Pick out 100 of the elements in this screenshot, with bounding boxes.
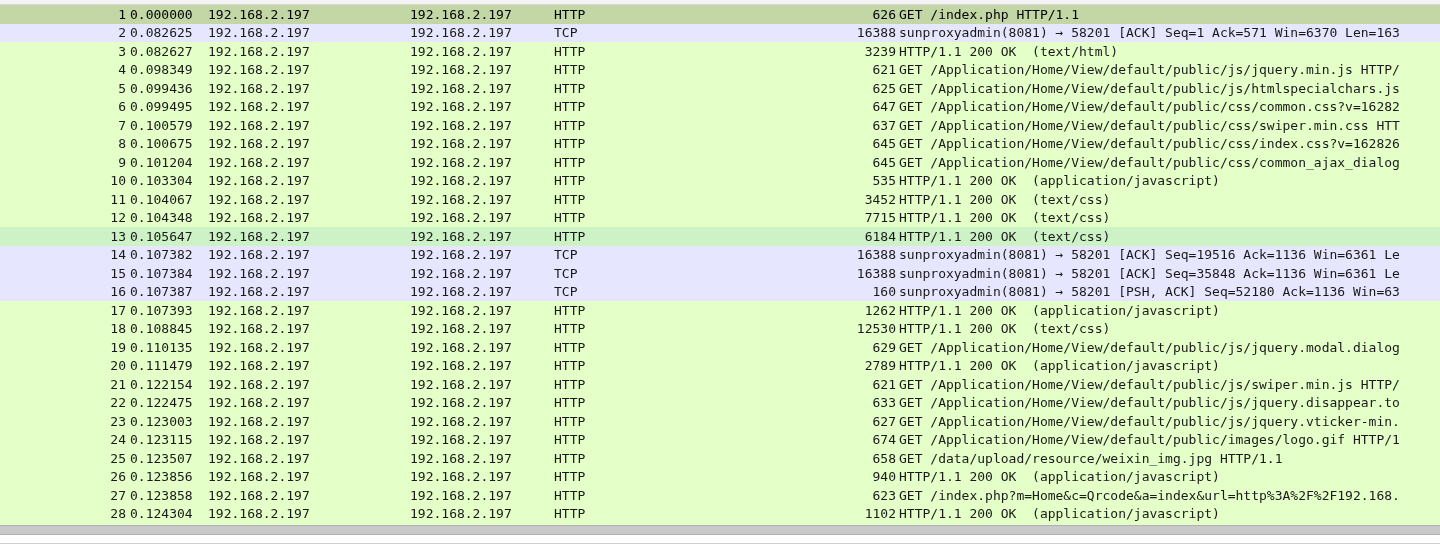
number-cell-text: 20 (109, 359, 126, 373)
protocol-cell-text: HTTP (554, 377, 587, 391)
time-cell-text: 0.110135 (129, 340, 194, 354)
length-cell-text: 16388 (855, 26, 896, 40)
source-cell-text: 192.168.2.197 (208, 303, 311, 317)
time-cell-text: 0.124304 (129, 507, 194, 521)
destination-cell-text: 192.168.2.197 (410, 303, 513, 317)
source-cell-text: 192.168.2.197 (208, 44, 311, 58)
length-cell-text: 16388 (855, 248, 896, 262)
packet-row[interactable]: 27 0.123858 192.168.2.197 192.168.2.197 HTTP 623 GET /index.php?m=Home&c=Qrcode&a=index&url=http%3A%2F%2F192.168. (0, 486, 1440, 505)
packet-row[interactable]: 3 0.082627 192.168.2.197 192.168.2.197 HTTP 3239 HTTP/1.1 200 OK (text/html) (0, 42, 1440, 61)
protocol-cell-text: HTTP (554, 488, 587, 502)
protocol-cell-text: HTTP (554, 44, 587, 58)
number-cell-text: 13 (109, 229, 126, 243)
destination-cell-text: 192.168.2.197 (410, 285, 513, 299)
protocol-cell-text: HTTP (554, 100, 587, 114)
length-cell-text: 645 (871, 137, 896, 151)
length-cell-text: 12530 (855, 322, 896, 336)
length-cell-text: 674 (871, 433, 896, 447)
info-cell-text: sunproxyadmin(8081) → 58201 [ACK] Seq=35848 Ack=1136 Win=6361 Le (898, 266, 1400, 280)
source-cell-text: 192.168.2.197 (208, 26, 311, 40)
number-cell-text: 21 (109, 377, 126, 391)
destination-cell-text: 192.168.2.197 (410, 359, 513, 373)
protocol-cell-text: HTTP (554, 137, 587, 151)
destination-cell-text: 192.168.2.197 (410, 211, 513, 225)
protocol-cell-text: TCP (554, 248, 579, 262)
info-cell-text: HTTP/1.1 200 OK (application/javascript) (898, 303, 1220, 317)
time-cell-text: 0.000000 (129, 7, 194, 21)
horizontal-scrollbar[interactable] (0, 525, 1440, 535)
source-cell-text: 192.168.2.197 (208, 266, 311, 280)
protocol-cell-text: HTTP (554, 507, 587, 521)
destination-cell-text: 192.168.2.197 (410, 396, 513, 410)
destination-cell-text: 192.168.2.197 (410, 174, 513, 188)
number-cell-text: 26 (109, 470, 126, 484)
time-cell-text: 0.103304 (129, 174, 194, 188)
destination-cell-text: 192.168.2.197 (410, 26, 513, 40)
length-cell-text: 160 (871, 285, 896, 299)
packet-row[interactable]: 11 0.104067 192.168.2.197 192.168.2.197 HTTP 3452 HTTP/1.1 200 OK (text/css) (0, 190, 1440, 209)
destination-cell-text: 192.168.2.197 (410, 470, 513, 484)
length-cell-text: 629 (871, 340, 896, 354)
protocol-cell-text: HTTP (554, 414, 587, 428)
packet-row[interactable]: 23 0.123003 192.168.2.197 192.168.2.197 HTTP 627 GET /Application/Home/View/default/public/js/jquery.vticker-min. (0, 412, 1440, 431)
protocol-cell-text: HTTP (554, 81, 587, 95)
length-cell-text: 16388 (855, 266, 896, 280)
time-cell-text: 0.122475 (129, 396, 194, 410)
info-cell-text: GET /Application/Home/View/default/public/css/index.css?v=162826 (898, 137, 1400, 151)
protocol-cell-text: TCP (554, 26, 579, 40)
length-cell-text: 940 (871, 470, 896, 484)
source-cell-text: 192.168.2.197 (208, 433, 311, 447)
number-cell-text: 18 (109, 322, 126, 336)
packet-row[interactable]: 9 0.101204 192.168.2.197 192.168.2.197 HTTP 645 GET /Application/Home/View/default/public/css/common_ajax_dialog (0, 153, 1440, 172)
info-cell-text: GET /Application/Home/View/default/public/js/jquery.disappear.to (898, 396, 1400, 410)
number-cell-text: 7 (117, 118, 126, 132)
source-cell-text: 192.168.2.197 (208, 7, 311, 21)
source-cell-text: 192.168.2.197 (208, 414, 311, 428)
packet-row[interactable]: 13 0.105647 192.168.2.197 192.168.2.197 HTTP 6184 HTTP/1.1 200 OK (text/css) (0, 227, 1440, 246)
info-cell-text: GET /Application/Home/View/default/public/css/common.css?v=16282 (898, 100, 1400, 114)
destination-cell-text: 192.168.2.197 (410, 266, 513, 280)
info-cell-text: GET /Application/Home/View/default/public/css/common_ajax_dialog (898, 155, 1400, 169)
number-cell-text: 25 (109, 451, 126, 465)
packet-row[interactable]: 1 0.000000 192.168.2.197 192.168.2.197 HTTP 626 GET /index.php HTTP/1.1 (0, 5, 1440, 24)
destination-cell-text: 192.168.2.197 (410, 63, 513, 77)
packet-row[interactable]: 5 0.099436 192.168.2.197 192.168.2.197 HTTP 625 GET /Application/Home/View/default/public/js/htmlspecialchars.js (0, 79, 1440, 98)
time-cell-text: 0.100579 (129, 118, 194, 132)
protocol-cell-text: HTTP (554, 470, 587, 484)
protocol-cell-text: HTTP (554, 340, 587, 354)
destination-cell-text: 192.168.2.197 (410, 137, 513, 151)
packet-row[interactable]: 15 0.107384 192.168.2.197 192.168.2.197 TCP 16388 sunproxyadmin(8081) → 58201 [ACK] Seq=35848 Ack=1136 Win=6361 Le (0, 264, 1440, 283)
info-cell-text: GET /Application/Home/View/default/public/js/jquery.modal.dialog (898, 340, 1400, 354)
number-cell-text: 27 (109, 488, 126, 502)
packet-row[interactable]: 7 0.100579 192.168.2.197 192.168.2.197 HTTP 637 GET /Application/Home/View/default/public/css/swiper.min.css HTT (0, 116, 1440, 135)
source-cell-text: 192.168.2.197 (208, 137, 311, 151)
packet-row[interactable]: 17 0.107393 192.168.2.197 192.168.2.197 HTTP 1262 HTTP/1.1 200 OK (application/javascript) (0, 301, 1440, 320)
protocol-cell-text: HTTP (554, 451, 587, 465)
packet-row[interactable]: 19 0.110135 192.168.2.197 192.168.2.197 HTTP 629 GET /Application/Home/View/default/public/js/jquery.modal.dialog (0, 338, 1440, 357)
packet-row[interactable]: 25 0.123507 192.168.2.197 192.168.2.197 HTTP 658 GET /data/upload/resource/weixin_img.jpg HTTP/1.1 (0, 449, 1440, 468)
length-cell-text: 645 (871, 155, 896, 169)
destination-cell-text: 192.168.2.197 (410, 488, 513, 502)
info-cell-text: GET /Application/Home/View/default/public/js/jquery.min.js HTTP/ (898, 63, 1400, 77)
length-cell-text: 3239 (863, 44, 896, 58)
time-cell-text: 0.107387 (129, 285, 194, 299)
info-cell-text: HTTP/1.1 200 OK (application/javascript) (898, 174, 1220, 188)
destination-cell-text: 192.168.2.197 (410, 100, 513, 114)
protocol-cell-text: TCP (554, 266, 579, 280)
info-cell-text: GET /data/upload/resource/weixin_img.jpg HTTP/1.1 (898, 451, 1283, 465)
length-cell-text: 6184 (863, 229, 896, 243)
time-cell-text: 0.111479 (129, 359, 194, 373)
length-cell-text: 621 (871, 377, 896, 391)
source-cell-text: 192.168.2.197 (208, 248, 311, 262)
number-cell-text: 1 (117, 7, 126, 21)
number-cell-text: 5 (117, 81, 126, 95)
time-cell-text: 0.082625 (129, 26, 194, 40)
number-cell-text: 28 (109, 507, 126, 521)
info-cell-text: HTTP/1.1 200 OK (application/javascript) (898, 470, 1220, 484)
destination-cell-text: 192.168.2.197 (410, 340, 513, 354)
time-cell-text: 0.104348 (129, 211, 194, 225)
time-cell-text: 0.105647 (129, 229, 194, 243)
source-cell-text: 192.168.2.197 (208, 285, 311, 299)
packet-row[interactable]: 21 0.122154 192.168.2.197 192.168.2.197 HTTP 621 GET /Application/Home/View/default/public/js/swiper.min.js HTTP/ (0, 375, 1440, 394)
info-cell-text: sunproxyadmin(8081) → 58201 [ACK] Seq=19516 Ack=1136 Win=6361 Le (898, 248, 1400, 262)
